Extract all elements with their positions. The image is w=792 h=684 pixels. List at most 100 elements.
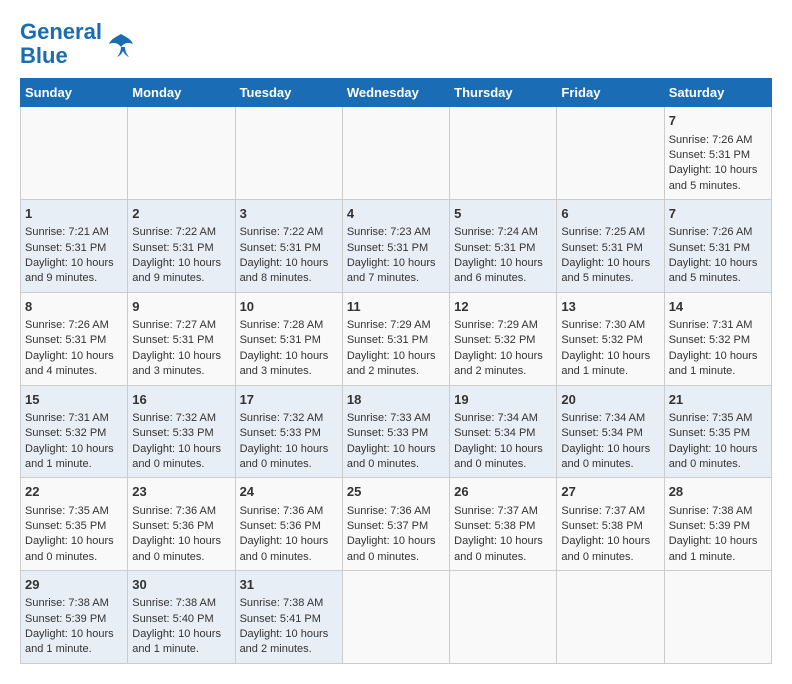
calendar-cell: 27 Sunrise: 7:37 AM Sunset: 5:38 PM Dayligh…: [557, 478, 664, 571]
day-header-friday: Friday: [557, 79, 664, 107]
daylight-text: Daylight: 10 hours and 0 minutes.: [561, 535, 650, 562]
calendar-cell: [557, 571, 664, 664]
sunrise-text: Sunrise: 7:38 AM: [669, 505, 753, 517]
sunrise-text: Sunrise: 7:37 AM: [561, 505, 645, 517]
sunrise-text: Sunrise: 7:22 AM: [240, 226, 324, 238]
daylight-text: Daylight: 10 hours and 0 minutes.: [25, 535, 114, 562]
day-number: 27: [561, 483, 659, 501]
calendar-body: 7Sunrise: 7:26 AMSunset: 5:31 PMDaylight…: [21, 107, 772, 664]
sunset-text: Sunset: 5:35 PM: [25, 520, 106, 532]
calendar-cell: [235, 107, 342, 200]
day-number: 10: [240, 298, 338, 316]
day-number: 28: [669, 483, 767, 501]
daylight-text: Daylight: 10 hours and 3 minutes.: [132, 350, 221, 377]
day-header-saturday: Saturday: [664, 79, 771, 107]
calendar-cell: 5Sunrise: 7:24 AMSunset: 5:31 PMDaylight…: [450, 200, 557, 293]
day-number: 24: [240, 483, 338, 501]
calendar-cell: 10Sunrise: 7:28 AMSunset: 5:31 PMDayligh…: [235, 292, 342, 385]
calendar-cell: [557, 107, 664, 200]
day-number: 14: [669, 298, 767, 316]
daylight-text: Daylight: 10 hours and 0 minutes.: [347, 535, 436, 562]
sunrise-text: Sunrise: 7:38 AM: [132, 597, 216, 609]
sunrise-text: Sunrise: 7:32 AM: [132, 412, 216, 424]
sunset-text: Sunset: 5:31 PM: [347, 242, 428, 254]
sunset-text: Sunset: 5:33 PM: [240, 427, 321, 439]
daylight-text: Daylight: 10 hours and 1 minute.: [132, 628, 221, 655]
sunset-text: Sunset: 5:31 PM: [240, 334, 321, 346]
calendar-cell: 3Sunrise: 7:22 AMSunset: 5:31 PMDaylight…: [235, 200, 342, 293]
sunrise-text: Sunrise: 7:31 AM: [669, 319, 753, 331]
sunset-text: Sunset: 5:37 PM: [347, 520, 428, 532]
daylight-text: Daylight: 10 hours and 0 minutes.: [347, 443, 436, 470]
day-number: 17: [240, 391, 338, 409]
sunset-text: Sunset: 5:33 PM: [347, 427, 428, 439]
daylight-text: Daylight: 10 hours and 5 minutes.: [669, 164, 758, 191]
day-number: 20: [561, 391, 659, 409]
sunset-text: Sunset: 5:39 PM: [669, 520, 750, 532]
calendar-row-0: 7Sunrise: 7:26 AMSunset: 5:31 PMDaylight…: [21, 107, 772, 200]
calendar-table: SundayMondayTuesdayWednesdayThursdayFrid…: [20, 78, 772, 664]
day-number: 30: [132, 576, 230, 594]
daylight-text: Daylight: 10 hours and 2 minutes.: [347, 350, 436, 377]
daylight-text: Daylight: 10 hours and 2 minutes.: [240, 628, 329, 655]
sunset-text: Sunset: 5:31 PM: [347, 334, 428, 346]
calendar-header: SundayMondayTuesdayWednesdayThursdayFrid…: [21, 79, 772, 107]
calendar-cell: [128, 107, 235, 200]
sunset-text: Sunset: 5:31 PM: [132, 242, 213, 254]
sunset-text: Sunset: 5:39 PM: [25, 613, 106, 625]
sunrise-text: Sunrise: 7:36 AM: [347, 505, 431, 517]
sunset-text: Sunset: 5:34 PM: [454, 427, 535, 439]
day-number: 29: [25, 576, 123, 594]
day-number: 4: [347, 205, 445, 223]
calendar-cell: 26Sunrise: 7:37 AMSunset: 5:38 PMDayligh…: [450, 478, 557, 571]
sunset-text: Sunset: 5:36 PM: [240, 520, 321, 532]
sunset-text: Sunset: 5:33 PM: [132, 427, 213, 439]
calendar-cell: 23Sunrise: 7:36 AMSunset: 5:36 PMDayligh…: [128, 478, 235, 571]
calendar-cell: [342, 107, 449, 200]
daylight-text: Daylight: 10 hours and 6 minutes.: [454, 257, 543, 284]
sunrise-text: Sunrise: 7:31 AM: [25, 412, 109, 424]
calendar-cell: 14Sunrise: 7:31 AMSunset: 5:32 PMDayligh…: [664, 292, 771, 385]
day-number: 26: [454, 483, 552, 501]
calendar-cell: 18Sunrise: 7:33 AMSunset: 5:33 PMDayligh…: [342, 385, 449, 478]
sunset-text: Sunset: 5:38 PM: [561, 520, 642, 532]
sunset-text: Sunset: 5:31 PM: [561, 242, 642, 254]
day-number: 7: [669, 112, 767, 130]
daylight-text: Daylight: 10 hours and 0 minutes.: [132, 535, 221, 562]
daylight-text: Daylight: 10 hours and 1 minute.: [561, 350, 650, 377]
sunset-text: Sunset: 5:32 PM: [454, 334, 535, 346]
sunrise-text: Sunrise: 7:27 AM: [132, 319, 216, 331]
day-number: 12: [454, 298, 552, 316]
sunset-text: Sunset: 5:31 PM: [669, 242, 750, 254]
sunrise-text: Sunrise: 7:34 AM: [454, 412, 538, 424]
logo-blue: Blue: [20, 43, 68, 68]
day-number: 23: [132, 483, 230, 501]
sunrise-text: Sunrise: 7:34 AM: [561, 412, 645, 424]
day-number: 2: [132, 205, 230, 223]
daylight-text: Daylight: 10 hours and 9 minutes.: [132, 257, 221, 284]
sunrise-text: Sunrise: 7:33 AM: [347, 412, 431, 424]
day-number: 11: [347, 298, 445, 316]
calendar-cell: 16Sunrise: 7:32 AMSunset: 5:33 PMDayligh…: [128, 385, 235, 478]
calendar-cell: 7Sunrise: 7:26 AMSunset: 5:31 PMDaylight…: [664, 200, 771, 293]
daylight-text: Daylight: 10 hours and 0 minutes.: [669, 443, 758, 470]
calendar-cell: [21, 107, 128, 200]
calendar-cell: 12Sunrise: 7:29 AMSunset: 5:32 PMDayligh…: [450, 292, 557, 385]
sunrise-text: Sunrise: 7:35 AM: [25, 505, 109, 517]
sunrise-text: Sunrise: 7:21 AM: [25, 226, 109, 238]
day-header-thursday: Thursday: [450, 79, 557, 107]
sunset-text: Sunset: 5:32 PM: [669, 334, 750, 346]
sunrise-text: Sunrise: 7:24 AM: [454, 226, 538, 238]
calendar-cell: 6Sunrise: 7:25 AMSunset: 5:31 PMDaylight…: [557, 200, 664, 293]
sunrise-text: Sunrise: 7:32 AM: [240, 412, 324, 424]
sunrise-text: Sunrise: 7:36 AM: [132, 505, 216, 517]
daylight-text: Daylight: 10 hours and 7 minutes.: [347, 257, 436, 284]
daylight-text: Daylight: 10 hours and 4 minutes.: [25, 350, 114, 377]
calendar-cell: 11Sunrise: 7:29 AMSunset: 5:31 PMDayligh…: [342, 292, 449, 385]
sunrise-text: Sunrise: 7:22 AM: [132, 226, 216, 238]
calendar-row-3: 15Sunrise: 7:31 AMSunset: 5:32 PMDayligh…: [21, 385, 772, 478]
day-number: 25: [347, 483, 445, 501]
sunset-text: Sunset: 5:34 PM: [561, 427, 642, 439]
calendar-cell: 25 Sunrise: 7:36 AM Sunset: 5:37 PM Dayligh…: [342, 478, 449, 571]
calendar-cell: 24Sunrise: 7:36 AMSunset: 5:36 PMDayligh…: [235, 478, 342, 571]
